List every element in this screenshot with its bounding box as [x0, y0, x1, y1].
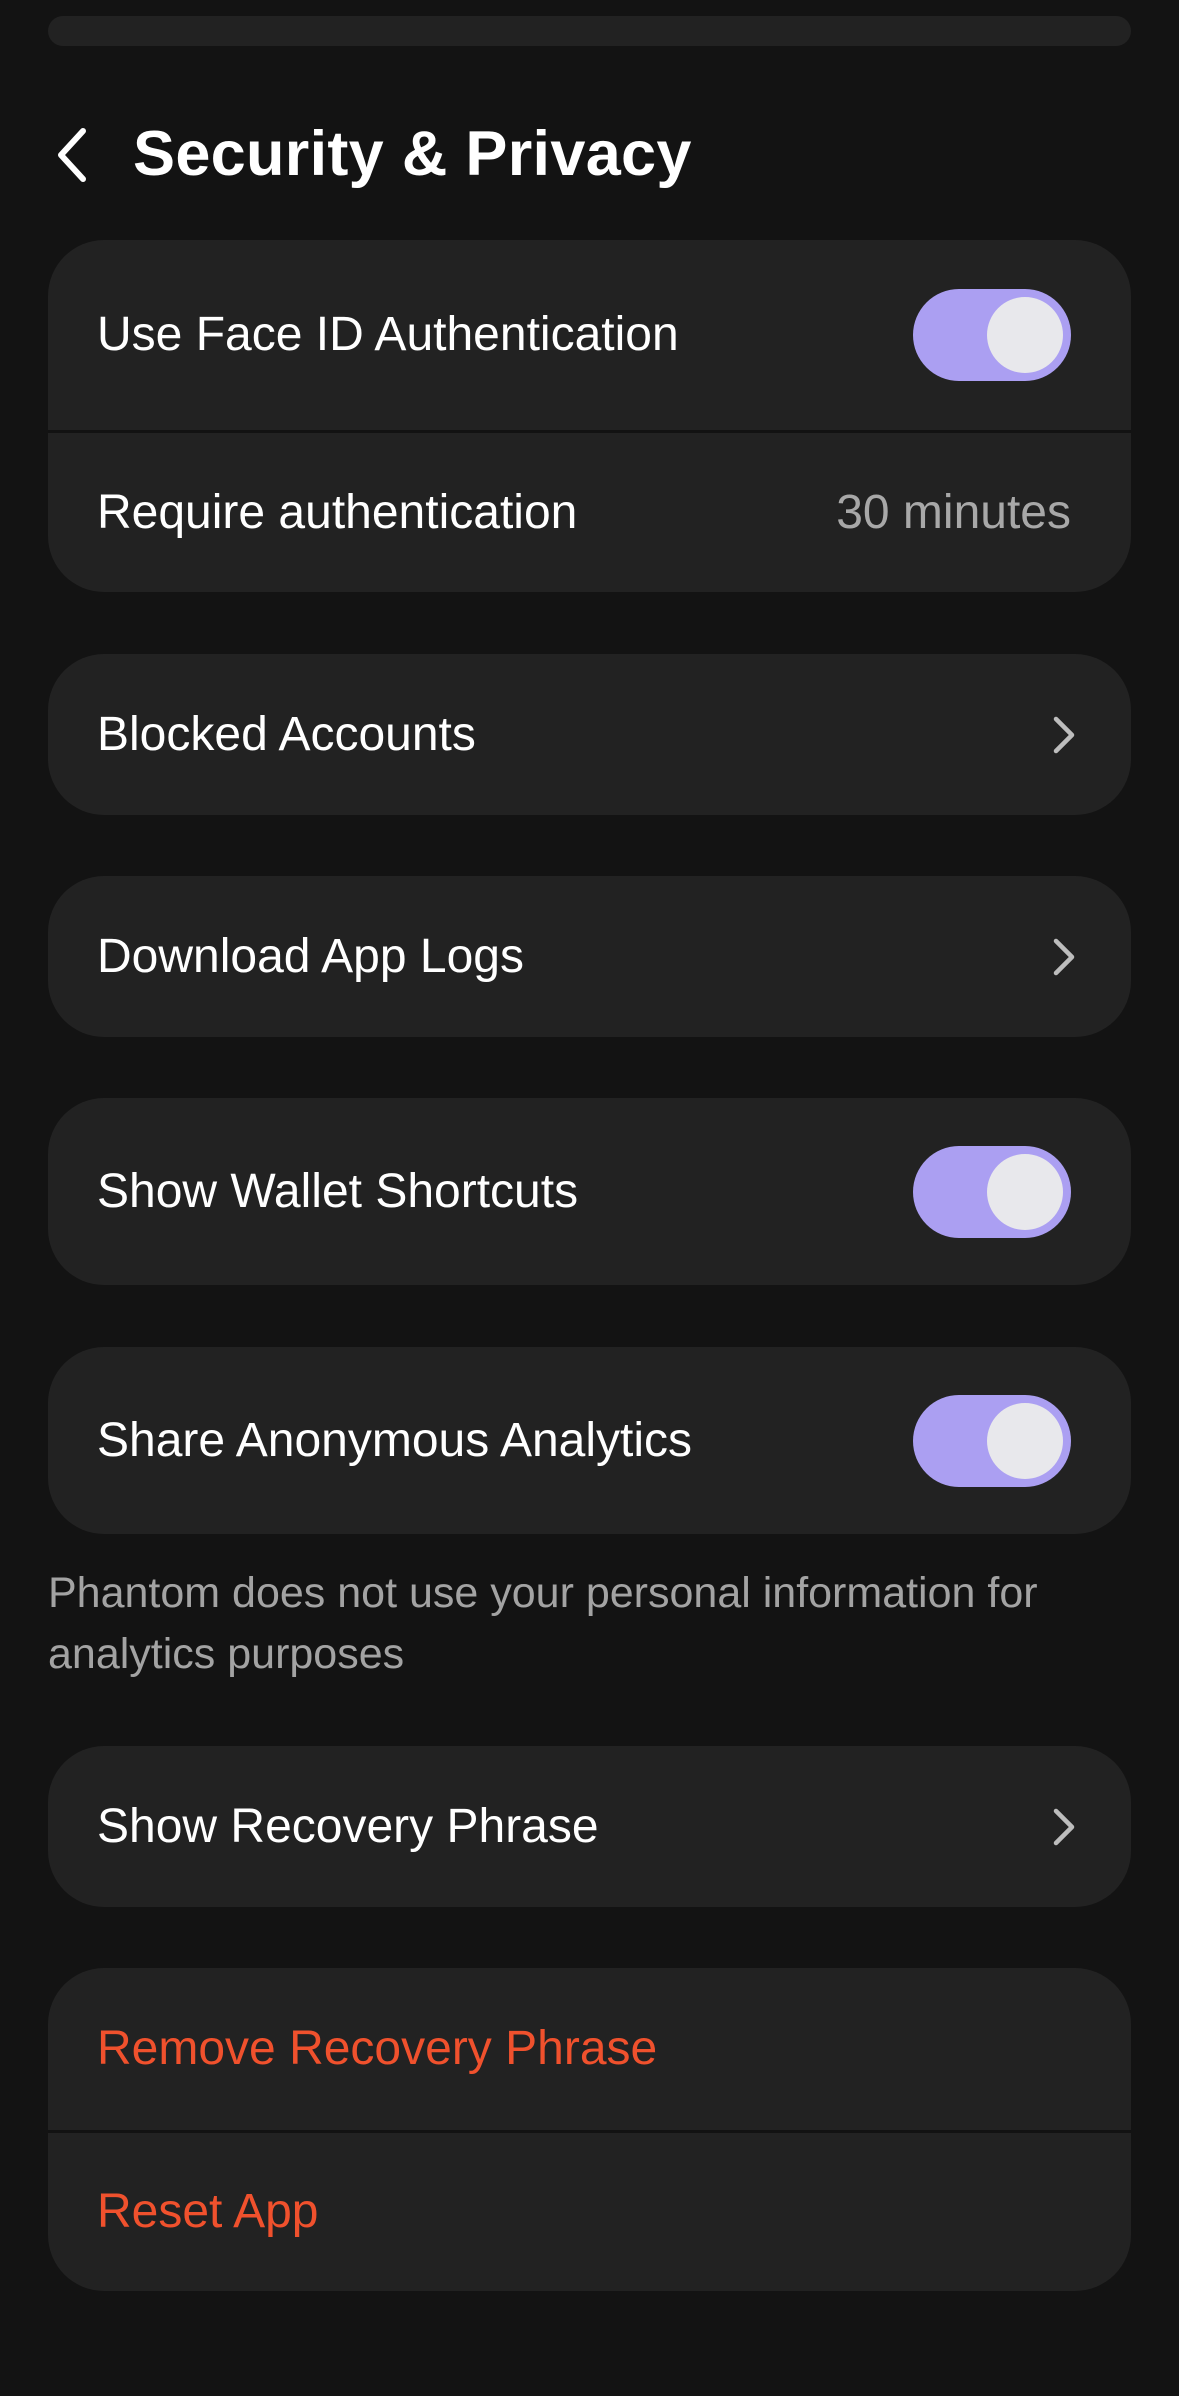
reset-app-label: Reset App [97, 2185, 319, 2238]
back-button[interactable] [44, 120, 100, 190]
face-id-row[interactable]: Use Face ID Authentication [48, 240, 1131, 430]
previous-sheet-edge [48, 16, 1131, 46]
analytics-row[interactable]: Share Anonymous Analytics [48, 1347, 1131, 1534]
wallet-shortcuts-toggle[interactable] [913, 1145, 1071, 1238]
face-id-label: Use Face ID Authentication [97, 308, 679, 361]
blocked-accounts-card: Blocked Accounts [48, 654, 1131, 815]
blocked-accounts-row[interactable]: Blocked Accounts [48, 654, 1131, 815]
analytics-card: Share Anonymous Analytics [48, 1347, 1131, 1534]
chevron-right-icon [1049, 712, 1079, 758]
authentication-card: Use Face ID Authentication Require authe… [48, 240, 1131, 592]
face-id-toggle[interactable] [913, 289, 1071, 381]
toggle-knob [987, 297, 1063, 373]
remove-recovery-phrase-label: Remove Recovery Phrase [97, 2022, 658, 2075]
analytics-label: Share Anonymous Analytics [97, 1413, 693, 1467]
show-recovery-phrase-label: Show Recovery Phrase [97, 1799, 599, 1853]
analytics-footnote: Phantom does not use your personal infor… [48, 1569, 1038, 1678]
toggle-knob [987, 1402, 1063, 1479]
chevron-right-icon [1049, 934, 1079, 980]
require-authentication-row[interactable]: Require authentication 30 minutes [48, 430, 1131, 592]
danger-zone-card: Remove Recovery Phrase Reset App [48, 1968, 1131, 2291]
show-recovery-phrase-row[interactable]: Show Recovery Phrase [48, 1746, 1131, 1907]
wallet-shortcuts-label: Show Wallet Shortcuts [97, 1164, 579, 1218]
page-title: Security & Privacy [133, 119, 692, 189]
remove-recovery-phrase-row[interactable]: Remove Recovery Phrase [48, 1968, 1131, 2130]
require-authentication-label: Require authentication [97, 485, 578, 539]
chevron-left-icon [58, 128, 86, 182]
reset-app-row[interactable]: Reset App [48, 2130, 1131, 2291]
download-logs-card: Download App Logs [48, 876, 1131, 1037]
toggle-knob [987, 1153, 1063, 1230]
require-authentication-value: 30 minutes [836, 486, 1071, 539]
blocked-accounts-label: Blocked Accounts [97, 707, 476, 761]
analytics-toggle[interactable] [913, 1394, 1071, 1487]
wallet-shortcuts-card: Show Wallet Shortcuts [48, 1098, 1131, 1285]
page-header: Security & Privacy [0, 100, 1179, 210]
download-logs-row[interactable]: Download App Logs [48, 876, 1131, 1037]
chevron-right-icon [1049, 1804, 1079, 1850]
download-logs-label: Download App Logs [97, 929, 524, 983]
recovery-phrase-card: Show Recovery Phrase [48, 1746, 1131, 1907]
wallet-shortcuts-row[interactable]: Show Wallet Shortcuts [48, 1098, 1131, 1285]
